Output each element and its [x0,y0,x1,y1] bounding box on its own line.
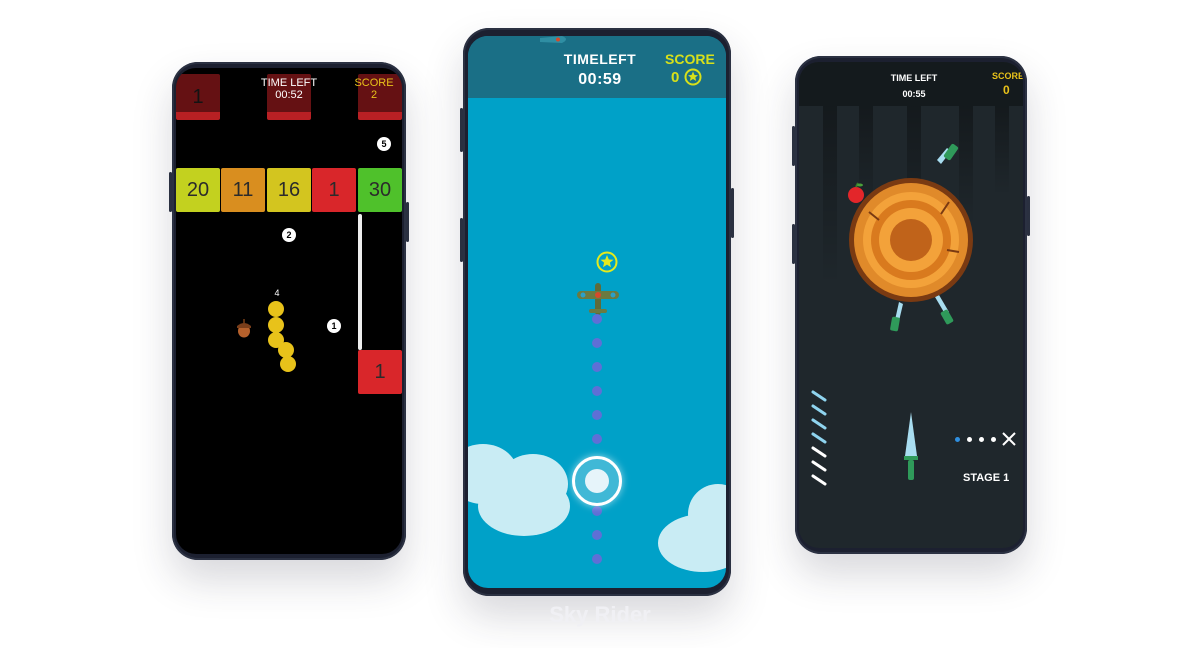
volume-button [460,218,463,262]
volume-button [792,126,795,166]
knife-hit-screen[interactable]: TIME LEFT 00:55 SCORE 0 STAGE 1 [799,62,1023,548]
hud-bar: TIMELEFT 00:59 SCORE 0 [468,36,726,98]
snake-head [268,301,284,317]
phone-sky-rider: TIMELEFT 00:59 SCORE 0 [460,28,734,596]
power-button [1027,196,1030,236]
star-coin-icon [684,68,702,86]
time-left-label: TIME LEFT [890,73,938,83]
trail-dot [592,386,602,396]
snake-game-screen[interactable]: 1 TIME LEFT 00:52 SCORE 2 5 20 11 16 1 3… [176,68,402,554]
score-label: SCORE [665,51,715,67]
score-value: 0 [671,69,680,86]
star-coin-icon [596,251,618,273]
time-left-value: 00:55 [902,89,926,99]
time-left-label: TIMELEFT [563,51,637,67]
power-button [406,202,409,242]
number-block: 1 [358,350,402,394]
power-button [731,188,734,238]
bonus-dot: 1 [327,319,341,333]
number-block: 20 [176,168,220,212]
snake-segment [268,317,284,333]
hud-bar: TIME LEFT 00:52 SCORE 2 [176,68,402,112]
block-value: 1 [374,360,386,383]
background-streak [995,106,1009,196]
control-joystick[interactable] [572,456,622,506]
stage-label: STAGE 1 [963,472,1010,484]
cloud [478,476,570,536]
bonus-dot: 2 [282,228,296,242]
acorn-icon [237,319,251,338]
snake-length: 4 [274,288,280,298]
stuck-knife-icon [890,302,903,332]
trail-dot [592,530,602,540]
sky-rider-caption: Sky Rider [549,602,651,627]
block-value: 11 [232,178,254,201]
remaining-knives-counter [811,390,827,486]
number-block: 16 [267,168,311,212]
crossed-swords-icon [1002,432,1016,446]
stuck-knife-icon [935,295,954,325]
time-left-label: TIME LEFT [260,77,318,89]
wood-log-target[interactable] [839,142,989,332]
volume-button [460,108,463,152]
number-block: 1 [312,168,356,212]
block-value: 16 [277,178,301,201]
block-value: 1 [328,178,340,201]
phone-knife-hit: TIME LEFT 00:55 SCORE 0 STAGE 1 [792,56,1030,554]
bonus-dot: 5 [377,137,391,151]
volume-button [792,224,795,264]
hud-bar: TIME LEFT 00:55 SCORE 0 [799,62,1023,106]
score-label: SCORE [354,77,394,89]
joystick-knob[interactable] [585,469,609,493]
snake-segment [280,356,296,372]
time-left-value: 00:59 [578,71,622,88]
volume-button [169,172,172,212]
score-value: 2 [370,89,378,101]
apple-icon[interactable] [845,182,867,204]
wall-divider [358,214,362,350]
stage-progress-dot [955,437,960,442]
number-block: 11 [221,168,265,212]
stage-progress-dot [967,437,972,442]
trail-dot [592,554,602,564]
background-streak [823,106,837,286]
time-left-value: 00:52 [275,89,303,101]
block-value: 30 [368,178,392,201]
stuck-knife-icon [937,143,959,164]
block-value: 20 [186,178,210,201]
trail-dot [592,362,602,372]
score-label: SCORE [992,71,1023,81]
airplane-icon [577,283,619,315]
number-block: 30 [358,168,402,212]
phone-snake-game: 1 TIME LEFT 00:52 SCORE 2 5 20 11 16 1 3… [169,62,409,560]
throwing-knife-icon[interactable] [901,412,921,482]
stage-progress-dot [991,437,996,442]
stage-progress-dot [979,437,984,442]
app-showcase: 1 TIME LEFT 00:52 SCORE 2 5 20 11 16 1 3… [0,0,1200,648]
trail-dot [592,338,602,348]
trail-dot [592,506,602,516]
trail-dot [592,434,602,444]
trail-dot [592,314,602,324]
sky-rider-screen[interactable]: TIMELEFT 00:59 SCORE 0 [468,36,726,588]
trail-dot [592,410,602,420]
score-value: 0 [1003,83,1010,97]
rocket-icon [540,36,566,43]
